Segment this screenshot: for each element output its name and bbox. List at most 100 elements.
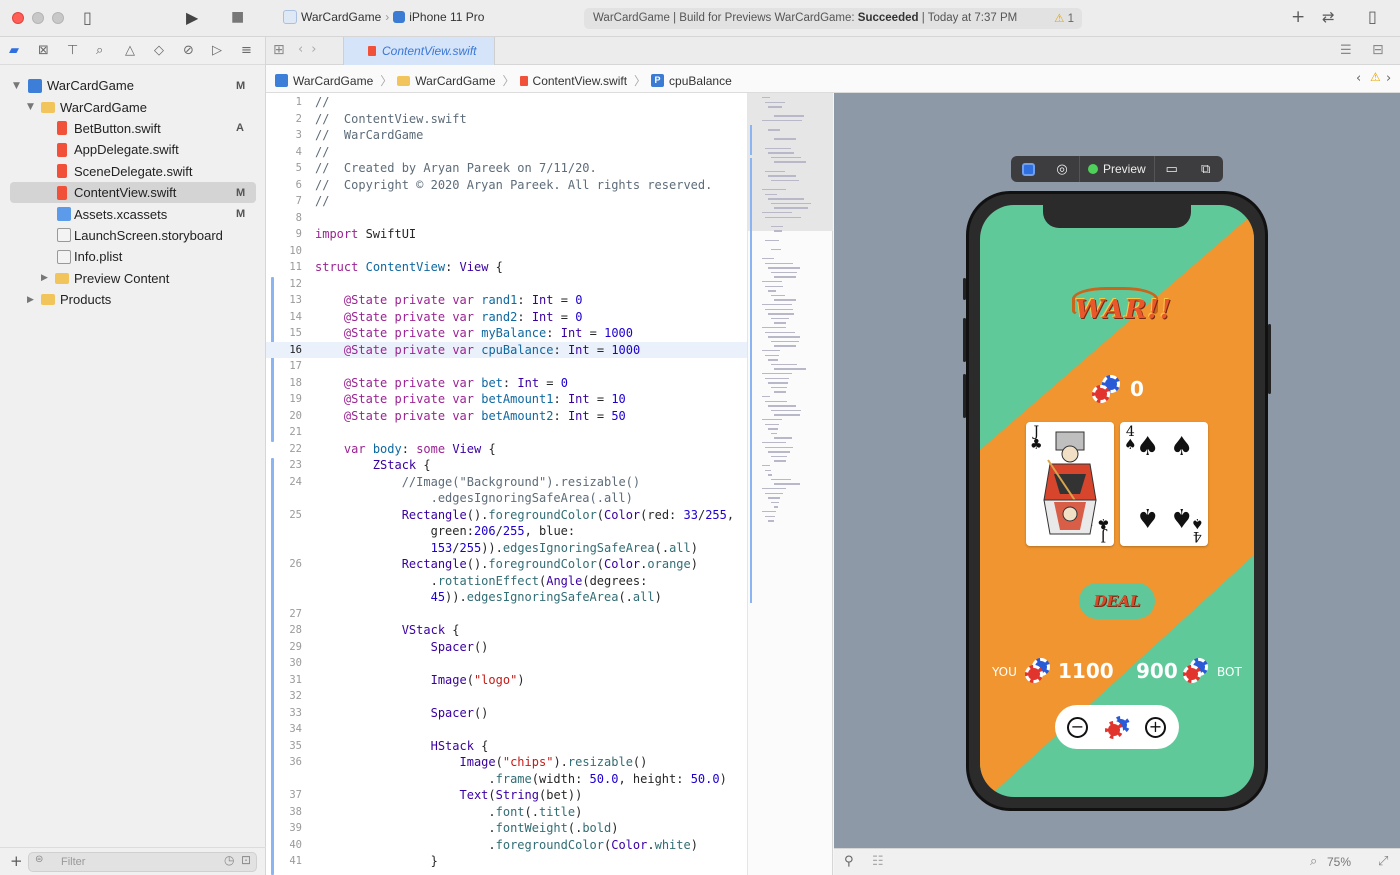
live-preview-button[interactable] (1011, 156, 1045, 182)
tree-item-group[interactable]: ▶ Products (0, 289, 266, 310)
minimap-line (774, 115, 804, 117)
issue-icon[interactable]: △ (125, 43, 135, 58)
disclosure-closed-icon[interactable]: ▶ (27, 295, 34, 305)
symbol-icon[interactable]: ⊤ (67, 43, 78, 58)
minimap-line (774, 138, 796, 140)
navigator-filter-bar: + Filter ⊜ ◷ ⊡ (0, 847, 266, 875)
breadcrumb-group[interactable]: WarCardGame (415, 74, 495, 88)
filter-input[interactable]: Filter (28, 852, 257, 872)
scheme-selector[interactable]: WarCardGame › iPhone 11 Pro (283, 10, 484, 24)
warning-icon[interactable]: ⚠ (1370, 70, 1381, 84)
duplicate-preview-button[interactable]: ⧉ (1189, 156, 1223, 182)
warning-indicator[interactable]: ⚠ 1 (1054, 11, 1074, 25)
minimap-line (768, 175, 796, 177)
app-screen[interactable]: WAR!! 0 J ♣ J ♣ 4 ♠ 4 ♠ ♠ ♠ ♠ ♠ DEAL YOU… (980, 205, 1254, 797)
device-icon (393, 11, 406, 23)
tree-item-file[interactable]: LaunchScreen.storyboard (0, 225, 266, 246)
code-editor[interactable]: 1// 2// ContentView.swift 3// WarCardGam… (266, 93, 747, 875)
minimap-line (774, 460, 786, 462)
zoom-fit-icon[interactable]: ⤢ (1378, 854, 1388, 869)
breadcrumb-symbol[interactable]: cpuBalance (669, 74, 732, 88)
minimap[interactable] (747, 93, 833, 875)
zoom-icon[interactable]: ⌕ (1310, 854, 1317, 869)
minimap-line (771, 156, 801, 159)
disclosure-open-icon[interactable]: ▼ (27, 102, 34, 112)
minimap-line (765, 285, 783, 287)
status-prefix: WarCardGame | Build for Previews WarCard… (593, 12, 858, 24)
zoom-window-button[interactable] (52, 12, 64, 24)
split-editor-icon[interactable]: ⊟ (1372, 42, 1384, 58)
previous-issue-icon[interactable]: ‹ (1356, 71, 1361, 86)
tree-item-file[interactable]: Assets.xcassets M (0, 203, 266, 224)
run-button[interactable]: ▶ (186, 8, 198, 27)
tab-contentview[interactable]: ContentView.swift (343, 37, 495, 65)
filter-options-icon[interactable]: ⊜ (35, 854, 43, 865)
debug-icon[interactable]: ⊘ (183, 43, 194, 58)
minimap-line (765, 354, 779, 356)
code-line: 4// (295, 144, 330, 159)
plus-button[interactable]: + (1145, 717, 1166, 738)
minimap-line (765, 469, 771, 471)
minimap-line (774, 276, 796, 278)
add-library-icon[interactable]: + (1291, 7, 1305, 27)
tree-item-file-selected[interactable]: ContentView.swift M (10, 181, 256, 204)
minimap-line (762, 350, 780, 352)
code-review-icon[interactable]: ⇄ (1322, 8, 1335, 26)
adjust-icon[interactable]: ☷ (872, 854, 884, 869)
deal-button[interactable]: DEAL (1079, 583, 1155, 619)
status-time: | Today at 7:37 PM (918, 12, 1018, 24)
minimize-window-button[interactable] (32, 12, 44, 24)
disclosure-closed-icon[interactable]: ▶ (41, 273, 48, 283)
recent-files-icon[interactable]: ◷ (224, 853, 234, 867)
tree-item-label: SceneDelegate.swift (74, 163, 193, 179)
folder-icon[interactable]: ▰ (9, 43, 19, 58)
inspector-toggle-icon[interactable]: ▯ (1368, 7, 1377, 26)
volume-up-button (963, 318, 966, 362)
tree-item-group[interactable]: ▶ Preview Content (0, 268, 266, 289)
editor-options-icon[interactable]: ☰ (1340, 43, 1352, 58)
search-icon[interactable]: ⌕ (96, 43, 103, 58)
code-line: 25 Rectangle().foregroundColor(Color(red… (289, 507, 735, 522)
scm-filter-icon[interactable]: ⊡ (241, 853, 251, 867)
tree-item-group[interactable]: ▼ WarCardGame (0, 96, 266, 117)
test-icon[interactable]: ◇ (154, 43, 164, 58)
pin-icon[interactable]: ⚲ (844, 854, 854, 869)
disclosure-open-icon[interactable]: ▼ (13, 81, 20, 91)
tree-item-file[interactable]: Info.plist (0, 246, 266, 267)
storyboard-icon (57, 228, 71, 243)
plist-icon (57, 249, 71, 264)
source-control-icon[interactable]: ⊠ (38, 43, 49, 58)
minimap-line (762, 212, 792, 214)
navigation-arrows[interactable]: ‹› (298, 42, 324, 57)
minimap-line (762, 373, 792, 375)
tree-item-file[interactable]: AppDelegate.swift (0, 139, 266, 160)
add-file-icon[interactable]: + (10, 852, 23, 870)
property-icon: P (651, 74, 665, 87)
scm-status: M (236, 79, 246, 92)
chevron-right-icon: 〉 (634, 74, 647, 88)
tree-item-file[interactable]: SceneDelegate.swift (0, 161, 266, 182)
zoom-level[interactable]: 75% (1327, 855, 1351, 869)
breadcrumb-file[interactable]: ContentView.swift (533, 74, 628, 88)
scm-status: M (236, 208, 246, 221)
minus-button[interactable]: − (1067, 717, 1088, 738)
tree-item-file[interactable]: BetButton.swift A (0, 118, 266, 139)
minimap-line (765, 216, 801, 218)
inspect-button[interactable]: ▭ (1155, 156, 1189, 182)
minimap-line (762, 327, 786, 329)
minimap-line (774, 161, 806, 163)
report-icon[interactable]: ≡ (241, 43, 252, 58)
device-preview-button[interactable]: ◎ (1045, 156, 1079, 182)
tree-item-project[interactable]: ▼ WarCardGame M (0, 75, 266, 96)
code-line: 40 .foregroundColor(Color.white) (289, 837, 698, 852)
card-index-top: 4 ♠ (1124, 424, 1137, 453)
grid-icon[interactable]: ⊞ (273, 42, 285, 58)
minimap-line (768, 290, 776, 292)
minimap-line (768, 198, 804, 200)
stop-button[interactable]: ■ (231, 9, 244, 25)
breakpoint-icon[interactable]: ▷ (212, 43, 222, 58)
breadcrumb-project[interactable]: WarCardGame (293, 74, 373, 88)
sidebar-toggle-icon[interactable]: ▯ (83, 8, 92, 27)
next-issue-icon[interactable]: › (1386, 71, 1391, 86)
close-window-button[interactable] (12, 12, 24, 24)
